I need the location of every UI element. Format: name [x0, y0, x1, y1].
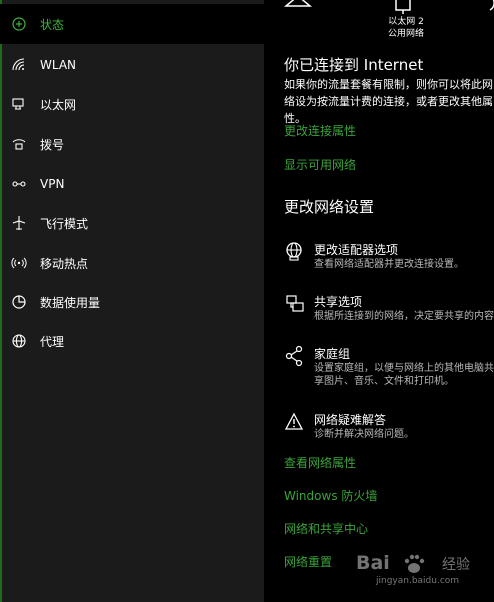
network-sharing-center-link[interactable]: 网络和共享中心 [284, 520, 368, 537]
connected-heading: 你已连接到 Internet [284, 56, 424, 74]
sidebar-item-hotspot[interactable]: 移动热点 [0, 243, 264, 283]
paw-icon [404, 554, 425, 573]
sharing-icon [284, 293, 306, 315]
network-reset-link[interactable]: 网络重置 [284, 553, 332, 570]
adapter-globe-icon [284, 241, 306, 263]
sidebar-item-status[interactable]: 状态 [0, 4, 264, 44]
sidebar-item-label: WLAN [40, 58, 77, 72]
dialup-icon [11, 136, 27, 152]
status-icon [11, 16, 27, 32]
sidebar-item-vpn[interactable]: VPN [0, 164, 264, 204]
sidebar-item-label: 数据使用量 [40, 295, 101, 310]
network-status-graphic: 以太网 2 公用网络 [264, 0, 494, 42]
adapter-caption: 以太网 2 公用网络 [376, 16, 436, 40]
setting-description: 根据所连接到的网络，决定要共享的内容。 [314, 311, 494, 322]
sidebar-item-label: 状态 [40, 17, 65, 32]
setting-title: 网络疑难解答 [314, 413, 387, 427]
sidebar-item-label: 飞行模式 [40, 216, 89, 231]
wifi-icon [11, 57, 27, 73]
setting-description: 设置家庭组，以便与网络上的其他电脑共享图片、音乐、文件和打印机。 [314, 363, 494, 387]
setting-title: 共享选项 [314, 295, 363, 309]
sidebar-item-label: 以太网 [40, 97, 77, 112]
warning-icon [284, 411, 306, 433]
sidebar-item-label: VPN [40, 177, 65, 191]
setting-description: 诊断并解决网络问题。 [314, 429, 414, 440]
connected-description: 如果你的流量套餐有限制，则你可以将此网络设为按流量计费的连接，或者更改其他属性。 [284, 78, 493, 125]
main-content: 以太网 2 公用网络 你已连接到 Internet 如果你的流量套餐有限制，则你… [264, 0, 494, 602]
ethernet-icon [11, 96, 27, 112]
adapter-options-item[interactable]: 更改适配器选项 查看网络适配器并更改连接设置。 [284, 241, 494, 285]
setting-title: 更改适配器选项 [314, 243, 399, 257]
homegroup-item[interactable]: 家庭组 设置家庭组，以便与网络上的其他电脑共享图片、音乐、文件和打印机。 [284, 345, 494, 389]
baidu-watermark: Bai 经验 jingyan.baidu.com [356, 550, 476, 588]
sidebar-item-airplane[interactable]: 飞行模式 [0, 203, 264, 243]
setting-title: 家庭组 [314, 347, 351, 361]
hotspot-icon [11, 255, 27, 271]
sidebar-item-ethernet[interactable]: 以太网 [0, 84, 264, 124]
sidebar-item-label: 拨号 [40, 137, 65, 152]
setting-description: 查看网络适配器并更改连接设置。 [314, 259, 464, 270]
vpn-icon [11, 176, 27, 192]
airplane-icon [11, 215, 27, 231]
change-settings-heading: 更改网络设置 [284, 198, 375, 216]
watermark-url: jingyan.baidu.com [376, 576, 460, 586]
sidebar: 状态 WLAN 以太网 拨号 VPN 飞行模式 移动热点 数据使用量 代理 [0, 0, 264, 602]
watermark-suffix: 经验 [442, 557, 470, 573]
watermark-brand: Bai [356, 552, 390, 574]
sidebar-item-dialup[interactable]: 拨号 [0, 124, 264, 164]
adapter-name: 以太网 2 [388, 17, 424, 27]
sidebar-item-proxy[interactable]: 代理 [0, 321, 264, 361]
network-type: 公用网络 [387, 29, 424, 39]
windows-firewall-link[interactable]: Windows 防火墙 [284, 487, 377, 504]
homegroup-icon [284, 345, 306, 367]
show-available-networks-link[interactable]: 显示可用网络 [284, 156, 356, 173]
sidebar-item-data-usage[interactable]: 数据使用量 [0, 282, 264, 322]
sidebar-item-label: 代理 [40, 334, 65, 349]
data-usage-icon [11, 294, 27, 310]
globe-icon [11, 333, 27, 349]
sidebar-item-wlan[interactable]: WLAN [0, 45, 264, 85]
change-connection-properties-link[interactable]: 更改连接属性 [284, 122, 356, 139]
view-network-properties-link[interactable]: 查看网络属性 [284, 454, 356, 471]
sharing-options-item[interactable]: 共享选项 根据所连接到的网络，决定要共享的内容。 [284, 293, 494, 337]
sidebar-item-label: 移动热点 [40, 256, 89, 271]
troubleshoot-item[interactable]: 网络疑难解答 诊断并解决网络问题。 [284, 411, 494, 455]
